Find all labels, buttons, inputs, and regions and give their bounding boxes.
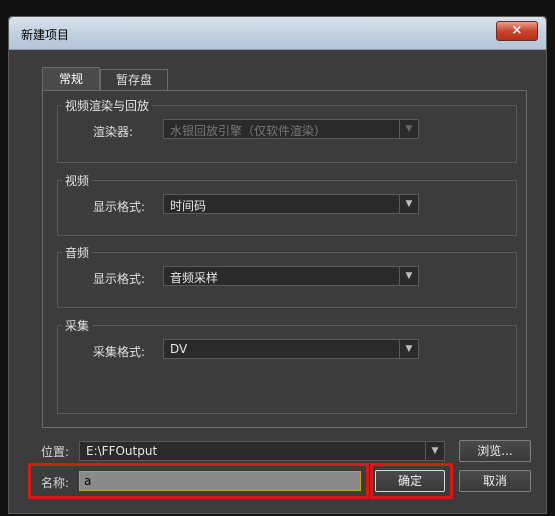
browse-button[interactable]: 浏览... — [459, 440, 531, 462]
general-panel: 视频渲染与回放 渲染器: 水银回放引擎（仅软件渲染） ▼ 视频 显示格式: 时间… — [42, 90, 527, 428]
renderer-select: 水银回放引擎（仅软件渲染） ▼ — [163, 119, 419, 139]
capture-format-select[interactable]: DV ▼ — [163, 339, 419, 359]
name-highlight-box — [28, 463, 369, 499]
renderer-value: 水银回放引擎（仅软件渲染） — [170, 124, 327, 138]
audio-title: 音频 — [62, 244, 93, 261]
audio-group: 音频 显示格式: 音频采样 ▼ — [57, 244, 517, 308]
location-select[interactable]: E:\FFOutput ▼ — [79, 441, 445, 461]
video-display-format-value: 时间码 — [170, 199, 207, 213]
dialog-title: 新建项目 — [21, 28, 70, 42]
capture-format-value: DV — [170, 342, 188, 356]
chevron-down-icon: ▼ — [399, 120, 418, 138]
chevron-down-icon: ▼ — [399, 267, 418, 285]
ok-highlight-box — [370, 463, 453, 499]
capture-title: 采集 — [62, 317, 93, 334]
close-button[interactable]: × — [496, 21, 538, 41]
video-group: 视频 显示格式: 时间码 ▼ — [57, 172, 517, 236]
video-render-title: 视频渲染与回放 — [62, 97, 153, 114]
new-project-dialog: 新建项目 × 常规 暂存盘 视频渲染与回放 渲染器: 水银回放引擎（仅软件渲染）… — [8, 16, 547, 514]
chevron-down-icon: ▼ — [399, 195, 418, 213]
audio-display-format-select[interactable]: 音频采样 ▼ — [163, 266, 419, 286]
video-display-format-select[interactable]: 时间码 ▼ — [163, 194, 419, 214]
audio-display-format-value: 音频采样 — [170, 271, 219, 285]
video-display-format-label: 显示格式: — [93, 200, 146, 214]
audio-display-format-label: 显示格式: — [93, 272, 146, 286]
location-value: E:\FFOutput — [86, 444, 158, 458]
renderer-label: 渲染器: — [93, 125, 134, 139]
capture-format-label: 采集格式: — [93, 345, 146, 359]
location-label: 位置: — [41, 445, 70, 459]
video-title: 视频 — [62, 172, 93, 189]
chevron-down-icon: ▼ — [399, 340, 418, 358]
chevron-down-icon: ▼ — [425, 442, 444, 460]
tab-scratch-disks[interactable]: 暂存盘 — [100, 69, 168, 91]
tab-general[interactable]: 常规 — [42, 67, 100, 91]
cancel-button[interactable]: 取消 — [459, 470, 531, 492]
close-icon: × — [511, 23, 523, 38]
video-render-group: 视频渲染与回放 渲染器: 水银回放引擎（仅软件渲染） ▼ — [57, 97, 517, 163]
title-bar[interactable]: 新建项目 × — [9, 17, 546, 50]
capture-group: 采集 采集格式: DV ▼ — [57, 317, 517, 414]
